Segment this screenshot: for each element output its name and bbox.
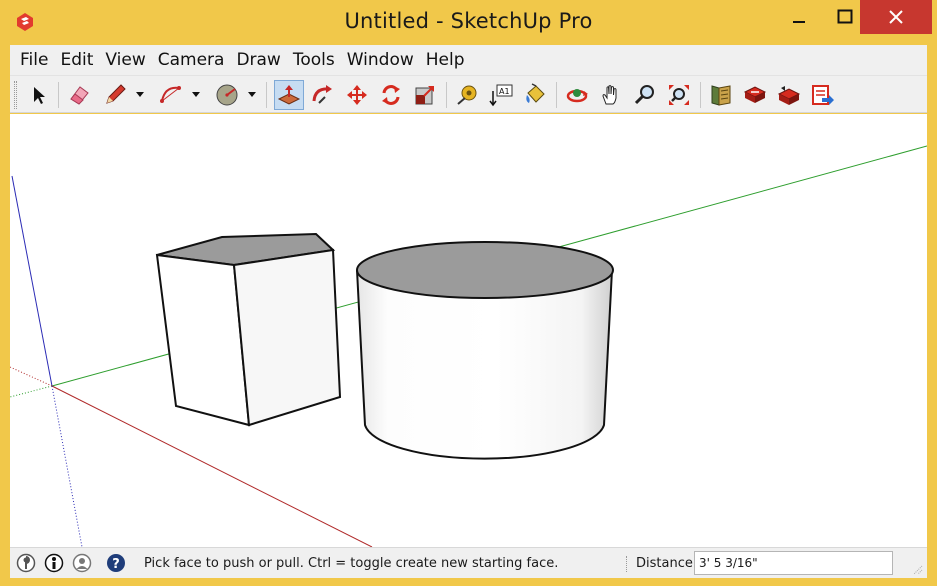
blue-axis [11, 175, 53, 387]
hand-icon [602, 85, 617, 105]
toolbar-separator [700, 82, 701, 108]
text-tool-label: A1 [499, 87, 510, 96]
minimize-icon [793, 21, 805, 23]
scale-icon [415, 86, 434, 105]
extension-warehouse-tool-button[interactable] [808, 80, 838, 110]
menu-bar: File Edit View Camera Draw Tools Window … [10, 45, 927, 75]
line-tool-button[interactable] [100, 80, 130, 110]
tape-measure-tool-button[interactable] [452, 80, 482, 110]
pencil-icon [106, 84, 126, 104]
status-divider [626, 556, 627, 572]
toolbar-grip[interactable] [14, 81, 17, 109]
menu-file[interactable]: File [14, 45, 54, 75]
credits-icon[interactable] [44, 553, 64, 573]
eraser-icon [70, 86, 89, 105]
menu-tools[interactable]: Tools [287, 45, 341, 75]
menu-view[interactable]: View [99, 45, 151, 75]
green-axis-negative [10, 385, 53, 398]
zoom-extents-icon [669, 85, 689, 105]
text-A1-icon: A1 [489, 84, 513, 107]
cylinder-model[interactable] [356, 241, 614, 460]
share-model-icon [743, 86, 767, 103]
scale-tool-button[interactable] [410, 80, 440, 110]
close-button[interactable] [860, 0, 932, 34]
status-hint: Pick face to push or pull. Ctrl = toggle… [144, 556, 559, 571]
share-model-tool-button[interactable] [740, 80, 770, 110]
resize-grip-icon[interactable] [911, 563, 923, 575]
toolbar: A1 [10, 75, 927, 113]
app-window: Untitled - SketchUp Pro File Edit View C… [0, 0, 937, 586]
minimize-button[interactable] [776, 0, 822, 34]
toolbar-separator [266, 82, 267, 108]
menu-draw[interactable]: Draw [230, 45, 286, 75]
blue-axis-negative [51, 385, 83, 547]
geo-location-icon[interactable] [16, 553, 36, 573]
pan-tool-button[interactable] [596, 80, 626, 110]
select-tool-button[interactable] [24, 80, 54, 110]
user-account-icon[interactable] [72, 553, 92, 573]
eraser-tool-button[interactable] [64, 80, 94, 110]
menu-edit[interactable]: Edit [54, 45, 99, 75]
follow-me-icon [312, 85, 332, 104]
menu-help[interactable]: Help [420, 45, 471, 75]
get-models-tool-button[interactable] [774, 80, 804, 110]
paint-bucket-tool-button[interactable] [520, 80, 550, 110]
rotate-tool-button[interactable] [376, 80, 406, 110]
model-canvas[interactable] [10, 114, 927, 547]
text-tool-button[interactable]: A1 [486, 80, 516, 110]
box-model[interactable] [155, 232, 342, 427]
extension-icon [812, 85, 834, 105]
push-pull-tool-button[interactable] [274, 80, 304, 110]
magnifier-icon [634, 85, 654, 105]
move-arrows-icon [347, 85, 367, 105]
move-tool-button[interactable] [342, 80, 372, 110]
measurements-input[interactable]: 3' 5 3/16" [694, 551, 893, 575]
close-icon [889, 10, 903, 24]
arc-icon [160, 86, 181, 103]
zoom-extents-tool-button[interactable] [664, 80, 694, 110]
help-icon[interactable]: ? [106, 553, 126, 573]
3d-warehouse-tool-button[interactable] [706, 80, 736, 110]
menu-camera[interactable]: Camera [152, 45, 231, 75]
rotate-icon [382, 85, 400, 105]
drawing-viewport[interactable] [10, 114, 927, 547]
follow-me-tool-button[interactable] [308, 80, 338, 110]
circle-tool-button[interactable] [212, 80, 242, 110]
tape-measure-icon [457, 85, 477, 105]
paint-bucket-icon [526, 83, 545, 103]
red-axis-negative [10, 366, 53, 387]
warehouse-icon [711, 85, 731, 106]
title-bar[interactable]: Untitled - SketchUp Pro [0, 0, 937, 44]
toolbar-separator [58, 82, 59, 108]
status-bar: ? Pick face to push or pull. Ctrl = togg… [10, 547, 927, 578]
toolbar-separator [556, 82, 557, 108]
zoom-tool-button[interactable] [630, 80, 660, 110]
push-pull-icon [277, 85, 301, 105]
chevron-down-icon[interactable] [136, 92, 144, 98]
chevron-down-icon[interactable] [248, 92, 256, 98]
chevron-down-icon[interactable] [192, 92, 200, 98]
arrow-pointer-icon [34, 87, 45, 104]
svg-text:?: ? [112, 557, 120, 572]
get-models-icon [777, 86, 801, 105]
maximize-icon [837, 9, 853, 24]
toolbar-separator [446, 82, 447, 108]
menu-window[interactable]: Window [341, 45, 420, 75]
circle-icon [216, 84, 238, 106]
measurements-label: Distance [636, 556, 693, 571]
arc-tool-button[interactable] [156, 80, 186, 110]
orbit-tool-button[interactable] [562, 80, 592, 110]
orbit-icon [566, 89, 588, 103]
